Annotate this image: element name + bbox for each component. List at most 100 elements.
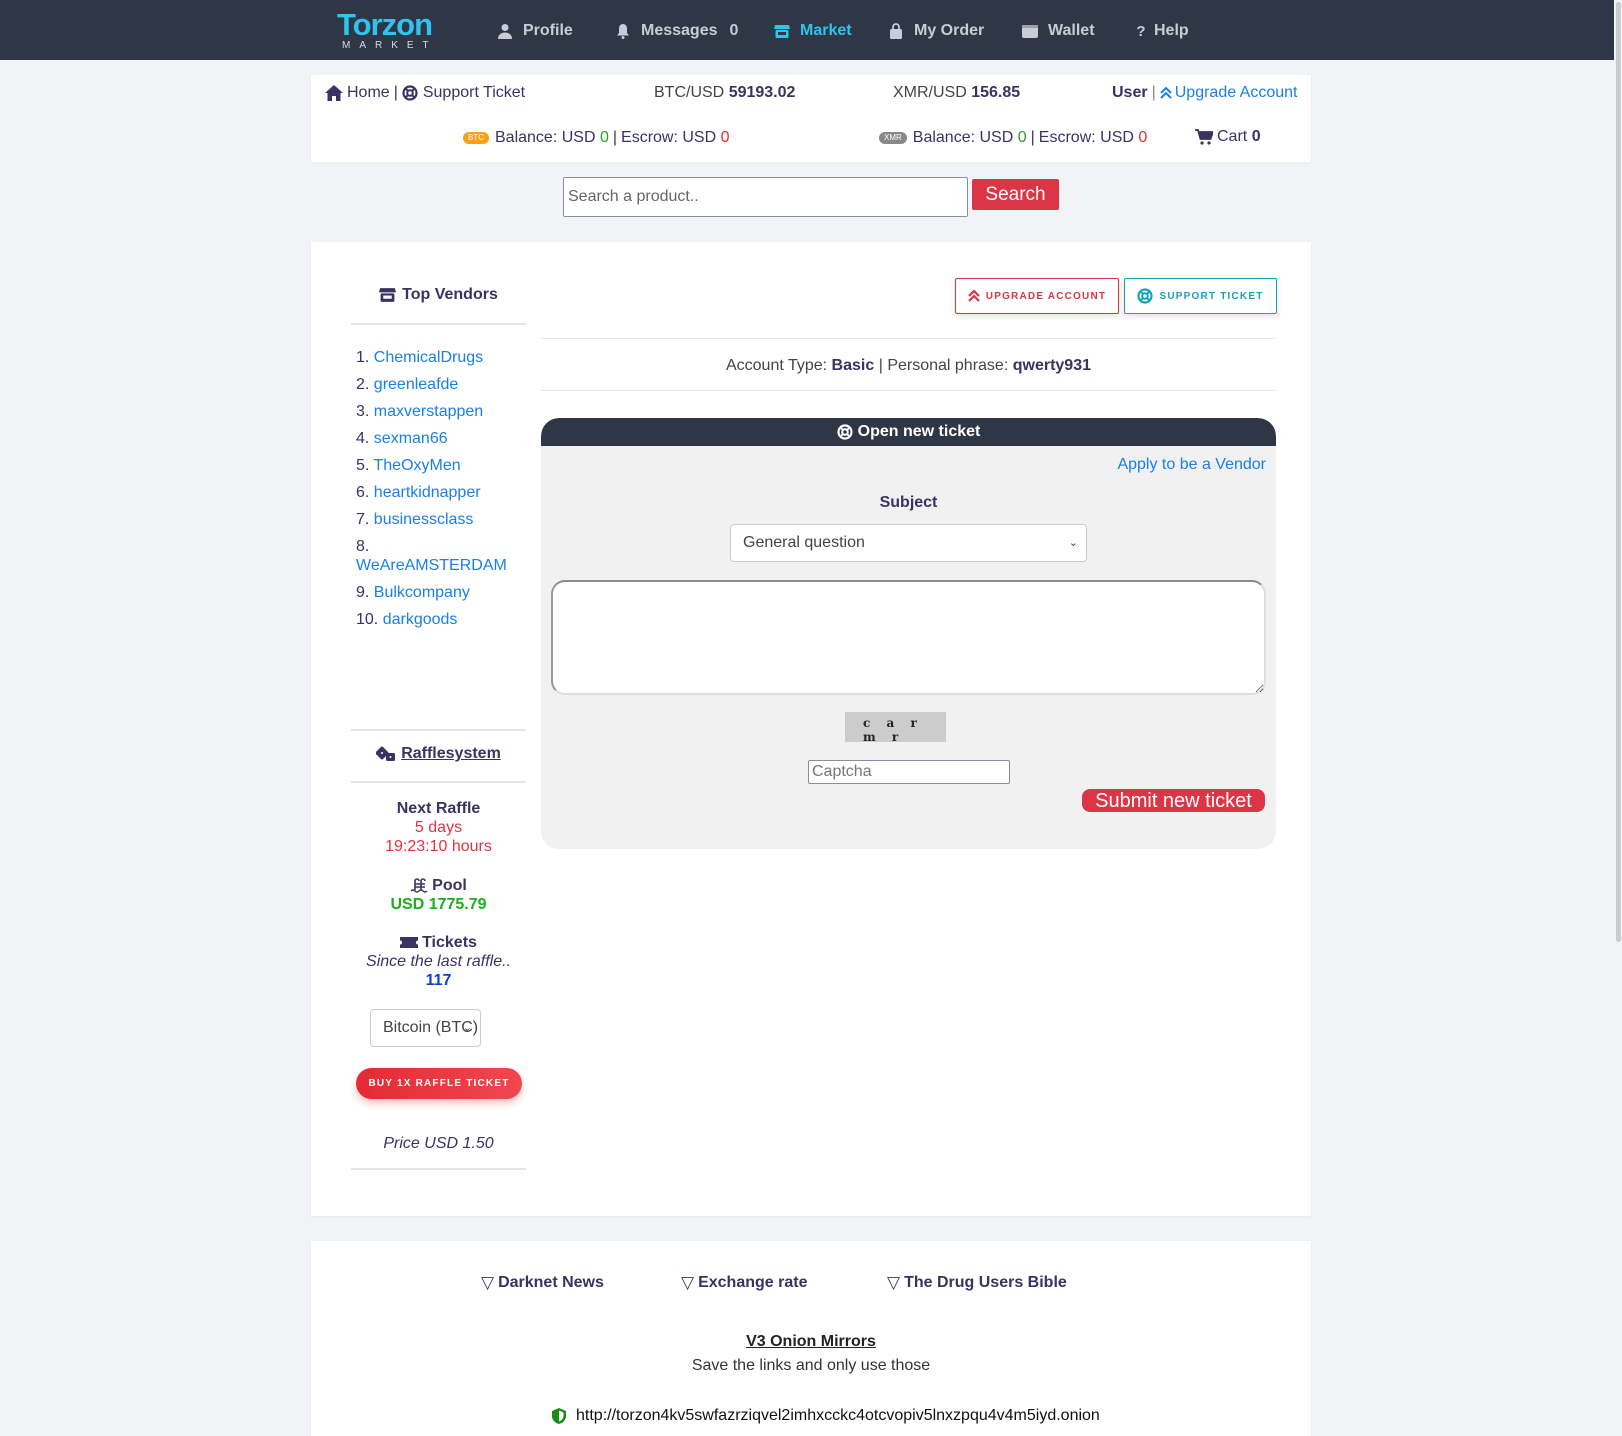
triangle-down-icon: ▽ xyxy=(681,1273,695,1292)
next-raffle-days: 5 days xyxy=(414,819,463,836)
ticket-card-title: Open new ticket xyxy=(857,423,981,440)
chevron-down-icon: ⌄ xyxy=(462,1022,472,1034)
mirror-url[interactable]: http://torzon4kv5swfazrziqvel2imhxcckc4o… xyxy=(576,1407,1100,1425)
raffle-heading: Rafflesystem xyxy=(351,745,526,763)
vendor-link[interactable]: ChemicalDrugs xyxy=(374,349,483,366)
raffle-currency-select[interactable]: Bitcoin (BTC) ⌄ xyxy=(370,1009,481,1047)
vendor-rank: 9. xyxy=(356,584,370,601)
pool-block: Pool USD 1775.79 xyxy=(351,876,526,914)
nav-market-label: Market xyxy=(800,22,852,39)
btc-escrow-label: Escrow: USD xyxy=(621,129,717,146)
vendor-link[interactable]: heartkidnapper xyxy=(374,484,481,501)
torzon-logo[interactable]: Torzon MARKET xyxy=(337,7,449,54)
footer-link-label: Darknet News xyxy=(498,1274,604,1291)
main-panel: Top Vendors 1. ChemicalDrugs 2. greenlea… xyxy=(311,242,1311,1216)
subject-select[interactable]: General question ⌄ xyxy=(730,524,1087,562)
question-icon: ? xyxy=(1136,22,1146,40)
vendor-item: 1. ChemicalDrugs xyxy=(356,344,526,371)
btc-escrow-value: 0 xyxy=(720,129,730,146)
next-raffle-label: Next Raffle xyxy=(396,800,481,817)
subject-selected: General question xyxy=(743,534,865,551)
buy-raffle-ticket-button[interactable]: BUY 1X RAFFLE TICKET xyxy=(356,1068,522,1099)
next-raffle-time: 19:23:10 hours xyxy=(385,838,492,855)
chevrons-up-icon xyxy=(968,289,980,303)
search-button[interactable]: Search xyxy=(972,179,1059,210)
tickets-block: Tickets Since the last raffle.. 117 xyxy=(351,933,526,990)
vendor-link[interactable]: WeAreAMSTERDAM xyxy=(356,557,507,574)
raffle-price: Price USD 1.50 xyxy=(383,1135,494,1152)
nav-help[interactable]: ? Help xyxy=(1134,20,1188,42)
home-link[interactable]: Home xyxy=(325,84,390,102)
home-label: Home xyxy=(347,84,390,101)
nav-profile[interactable]: Profile xyxy=(495,20,573,42)
divider xyxy=(351,323,526,325)
vendor-item: 10. darkgoods xyxy=(356,606,526,633)
xmr-escrow-value: 0 xyxy=(1138,129,1148,146)
triangle-down-icon: ▽ xyxy=(481,1273,495,1292)
nav-wallet[interactable]: Wallet xyxy=(1020,20,1095,42)
apply-vendor-link[interactable]: Apply to be a Vendor xyxy=(1117,456,1266,474)
vendor-rank: 6. xyxy=(356,484,370,501)
pool-label: Pool xyxy=(432,877,467,894)
tickets-count: 117 xyxy=(425,972,452,989)
vendor-item: 8. WeAreAMSTERDAM xyxy=(356,533,526,579)
upgrade-account-link[interactable]: Upgrade Account xyxy=(1160,84,1297,102)
page-scrollbar[interactable] xyxy=(1614,0,1622,1436)
mirrors-heading: V3 Onion Mirrors xyxy=(311,1333,1311,1351)
captcha-input[interactable] xyxy=(808,760,1010,784)
nav-messages-label: Messages xyxy=(641,22,718,39)
vendor-link[interactable]: TheOxyMen xyxy=(374,457,461,474)
top-navbar: Torzon MARKET Profile Messages 0 Market … xyxy=(0,0,1622,60)
logo-wordmark: Torzon xyxy=(337,7,433,42)
vendor-link[interactable]: Bulkcompany xyxy=(374,584,470,601)
bell-icon xyxy=(613,23,633,39)
personal-phrase-value: qwerty931 xyxy=(1012,357,1091,374)
home-icon xyxy=(325,85,343,101)
divider: | xyxy=(612,129,618,146)
footer-exchange-rate[interactable]: ▽ Exchange rate xyxy=(681,1273,807,1293)
search-input[interactable] xyxy=(563,177,968,217)
vendor-item: 7. businessclass xyxy=(356,506,526,533)
vendor-link[interactable]: darkgoods xyxy=(383,611,458,628)
btc-balance-label: Balance: USD xyxy=(495,129,596,146)
xmr-balance-label: Balance: USD xyxy=(912,129,1014,146)
ticket-icon xyxy=(400,936,419,949)
account-info-line: Account Type: Basic | Personal phrase: q… xyxy=(541,357,1276,375)
lifebuoy-icon xyxy=(402,85,418,101)
btc-rate-value: 59193.02 xyxy=(728,84,796,101)
vendor-item: 4. sexman66 xyxy=(356,425,526,452)
personal-phrase-label: Personal phrase: xyxy=(887,357,1009,374)
btc-badge: BTC xyxy=(463,132,489,144)
cart-link[interactable]: Cart 0 xyxy=(1195,128,1261,146)
submit-ticket-button[interactable]: Submit new ticket xyxy=(1082,789,1265,812)
vendor-rank: 10. xyxy=(356,611,379,628)
vendor-link[interactable]: businessclass xyxy=(374,511,474,528)
divider xyxy=(351,781,526,783)
upgrade-account-button[interactable]: UPGRADE ACCOUNT xyxy=(955,278,1119,314)
footer-drug-users-bible[interactable]: ▽ The Drug Users Bible xyxy=(887,1273,1067,1293)
nav-messages[interactable]: Messages 0 xyxy=(613,20,738,42)
nav-market[interactable]: Market xyxy=(772,20,852,42)
vendor-item: 9. Bulkcompany xyxy=(356,579,526,606)
ticket-message-textarea[interactable] xyxy=(551,580,1266,695)
nav-wallet-label: Wallet xyxy=(1048,22,1095,39)
divider xyxy=(541,338,1276,339)
scrollbar-thumb[interactable] xyxy=(1616,2,1621,942)
support-ticket-link[interactable]: Support Ticket xyxy=(402,84,525,102)
cart-label: Cart xyxy=(1217,128,1248,145)
vendor-link[interactable]: sexman66 xyxy=(374,430,448,447)
nav-my-order[interactable]: My Order xyxy=(886,20,984,42)
support-ticket-button[interactable]: SUPPORT TICKET xyxy=(1124,278,1277,314)
rafflesystem-link[interactable]: Rafflesystem xyxy=(401,745,501,763)
next-raffle-block: Next Raffle 5 days 19:23:10 hours xyxy=(351,799,526,856)
footer-darknet-news[interactable]: ▽ Darknet News xyxy=(481,1273,604,1293)
wallet-icon xyxy=(1020,24,1040,38)
cart-icon xyxy=(1195,129,1213,145)
lifebuoy-icon xyxy=(1137,288,1154,304)
store-icon xyxy=(379,287,397,303)
xmr-rate-label: XMR/USD xyxy=(893,84,967,101)
user-icon xyxy=(495,23,515,39)
vendor-link[interactable]: greenleafde xyxy=(374,376,459,393)
vendor-link[interactable]: maxverstappen xyxy=(374,403,483,420)
ticket-card-header: Open new ticket xyxy=(541,418,1276,446)
